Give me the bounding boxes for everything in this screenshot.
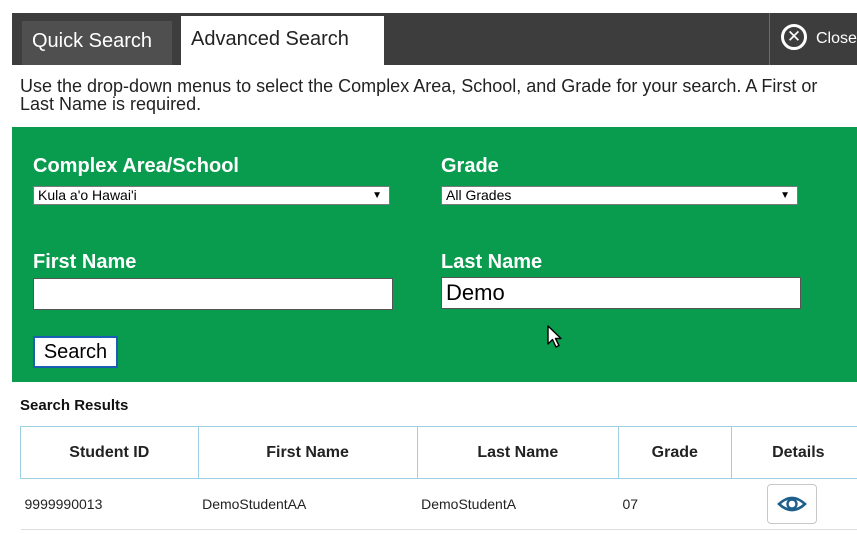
cell-student-id: 9999990013 <box>20 478 199 530</box>
column-header-grade: Grade <box>617 426 732 479</box>
eye-icon <box>777 496 808 512</box>
tab-quick-search[interactable]: Quick Search <box>22 21 172 65</box>
column-header-details: Details <box>730 426 857 479</box>
tab-advanced-search[interactable]: Advanced Search <box>181 16 384 65</box>
close-button[interactable]: ✕ Close <box>769 13 857 65</box>
first-name-input[interactable] <box>33 278 393 310</box>
results-table: Student ID First Name Last Name Grade De… <box>20 426 857 530</box>
search-results-title: Search Results <box>20 397 129 414</box>
dropdown-arrow-icon: ▼ <box>372 190 382 201</box>
last-name-label: Last Name <box>441 251 543 273</box>
complex-area-school-label: Complex Area/School <box>33 155 239 177</box>
grade-select[interactable]: All Grades ▼ <box>441 186 798 205</box>
column-header-student-id: Student ID <box>20 426 199 479</box>
tab-bar: Quick Search Advanced Search ✕ Close <box>12 13 857 65</box>
mouse-pointer-icon <box>547 325 562 348</box>
results-header-row: Student ID First Name Last Name Grade De… <box>20 426 857 479</box>
top-strip <box>0 0 857 13</box>
cell-last-name: DemoStudentA <box>417 478 619 530</box>
close-label: Close <box>816 30 857 47</box>
search-button[interactable]: Search <box>33 336 118 368</box>
last-name-input[interactable]: Demo <box>441 277 801 309</box>
complex-area-school-select[interactable]: Kula a'o Hawai'i ▼ <box>33 186 390 205</box>
first-name-label: First Name <box>33 251 137 273</box>
close-icon: ✕ <box>781 24 807 50</box>
grade-label: Grade <box>441 155 499 177</box>
instructions-text: Use the drop-down menus to select the Co… <box>20 76 818 114</box>
column-header-last-name: Last Name <box>416 426 619 479</box>
column-header-first-name: First Name <box>197 426 418 479</box>
complex-area-school-value: Kula a'o Hawai'i <box>38 187 137 203</box>
search-form-panel: Complex Area/School Kula a'o Hawai'i ▼ G… <box>12 127 857 382</box>
grade-value: All Grades <box>446 187 512 203</box>
cell-first-name: DemoStudentAA <box>198 478 418 530</box>
table-row: 9999990013 DemoStudentAA DemoStudentA 07 <box>20 478 857 530</box>
cell-grade: 07 <box>618 478 732 530</box>
view-details-button[interactable] <box>767 484 818 524</box>
dropdown-arrow-icon: ▼ <box>780 190 790 201</box>
cell-details <box>731 478 857 530</box>
